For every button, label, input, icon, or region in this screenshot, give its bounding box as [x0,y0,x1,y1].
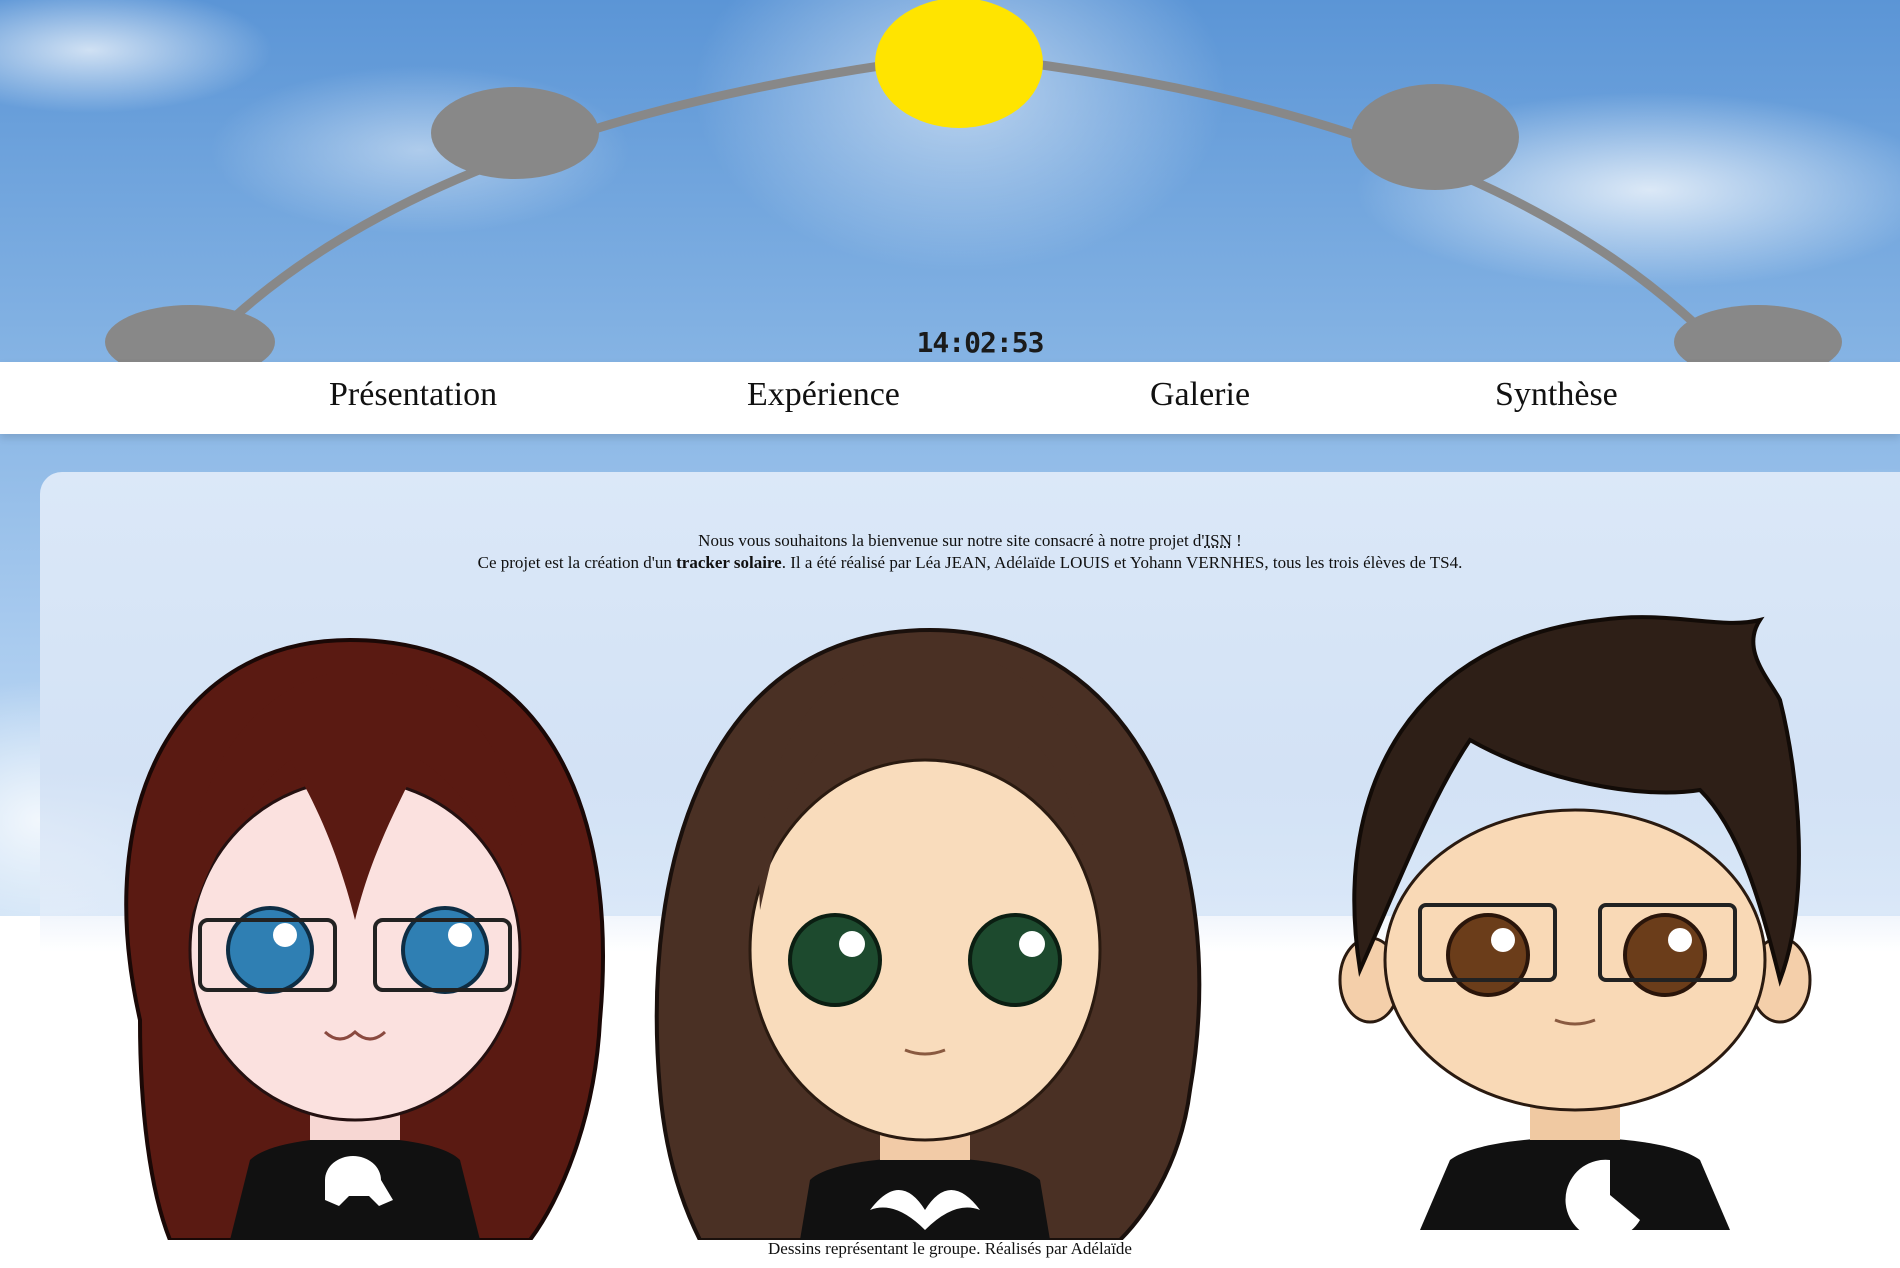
sun-icon [875,0,1043,128]
yohann-eye-right [1623,913,1707,997]
group-illustration [124,615,1812,1242]
welcome-line-1-text: Nous vous souhaitons la bienvenue sur no… [698,531,1205,550]
arc-marker-left [431,87,599,179]
character-adelaide [654,627,1202,1242]
clock-display: 14:02:53 [916,326,1045,359]
adelaide-eye-right [968,913,1062,1007]
nav-item-experience[interactable]: Expérience [747,376,900,414]
welcome-line-2: Ce projet est la création d'un tracker s… [40,552,1900,574]
main-navigation: Présentation Expérience Galerie Synthèse [0,362,1900,434]
nav-item-synthese[interactable]: Synthèse [1495,376,1618,414]
solar-tracker-header: 14:02:53 [0,0,1900,379]
character-lea [124,637,605,1242]
arc-marker-left-bottom [105,305,275,379]
group-drawings [100,600,1840,1242]
tracker-solaire-highlight: tracker solaire [676,553,782,572]
adelaide-eye-right-highlight [1019,931,1045,957]
welcome-line-1-end: ! [1231,531,1242,550]
character-yohann [1338,615,1812,1240]
arc-marker-right [1351,84,1519,190]
adelaide-eye-left-highlight [839,931,865,957]
yohann-eye-right-highlight [1668,928,1692,952]
lea-eye-left-highlight [273,923,297,947]
drawings-caption: Dessins représentant le groupe. Réalisés… [768,1239,1132,1258]
yohann-eye-left [1446,913,1530,997]
adelaide-eye-left [788,913,882,1007]
yohann-eye-left-highlight [1491,928,1515,952]
arc-marker-right-bottom [1674,305,1842,379]
welcome-line-2-text: Ce projet est la création d'un [477,553,677,572]
welcome-line-2-end: . Il a été réalisé par Léa JEAN, Adélaïd… [781,553,1463,572]
yohann-face [1383,808,1767,1112]
nav-item-presentation[interactable]: Présentation [329,376,497,414]
isn-abbreviation[interactable]: ISN [1205,531,1232,550]
sun-arc-diagram [105,0,1842,379]
lea-eye-right-highlight [448,923,472,947]
nav-item-galerie[interactable]: Galerie [1150,376,1250,414]
welcome-text: Nous vous souhaitons la bienvenue sur no… [40,530,1900,574]
welcome-line-1: Nous vous souhaitons la bienvenue sur no… [40,530,1900,552]
